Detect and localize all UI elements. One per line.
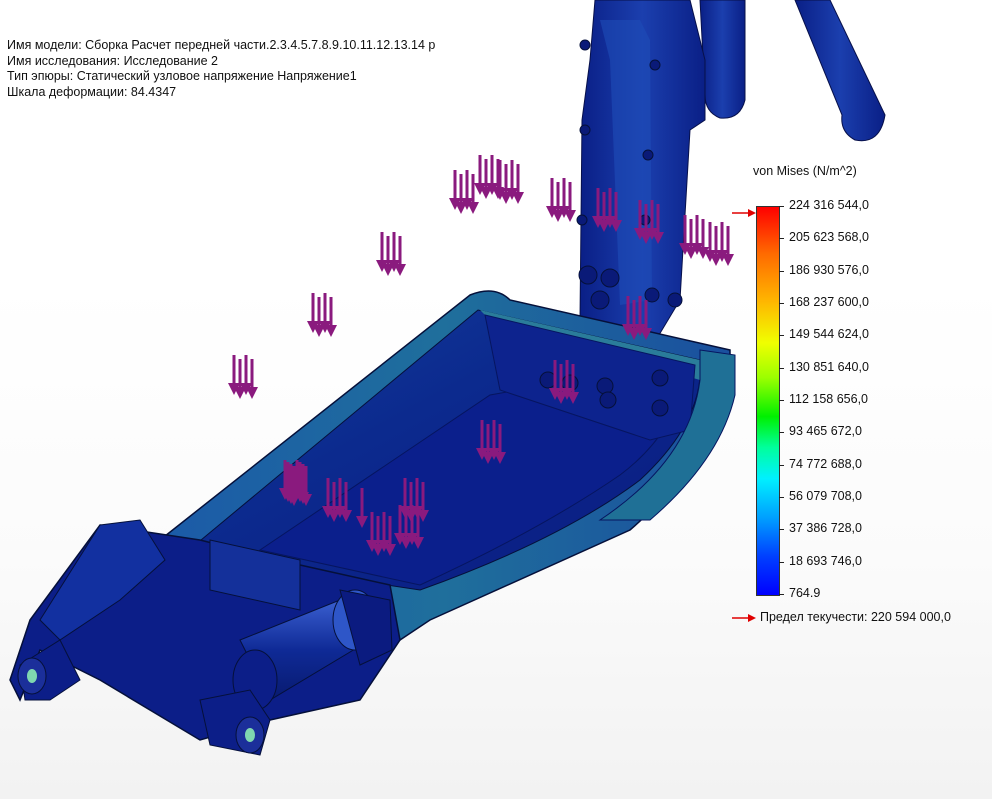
load-arrow-icon [480,159,492,199]
load-arrow-icon [313,297,325,337]
legend-tick-label: 56 079 708,0 [789,489,862,503]
load-arrow-icon [467,174,479,214]
load-arrow-icon [685,219,697,259]
legend-tick-mark [779,594,784,595]
legend-tick-mark [779,432,784,434]
model-name-label: Имя модели: Сборка Расчет передней части… [7,38,436,52]
load-arrow-icon [382,236,394,276]
legend-tick-label: 764.9 [789,586,821,600]
yield-marker-arrow-icon [732,613,756,622]
load-arrow-icon [564,182,576,222]
legend-tick-mark [779,464,784,466]
load-arrow-icon [394,236,406,276]
legend-tick-label: 112 158 656,0 [789,392,869,406]
yield-strength-label: Предел текучести: 220 594 000,0 [732,610,951,624]
load-arrow-icon [500,164,512,204]
legend-tick-label: 130 851 640,0 [789,359,869,374]
legend-tick-label: 37 386 728,0 [789,521,862,536]
load-arrow-icon [512,164,524,204]
legend-tick-mark [779,367,784,369]
legend-colorbar [756,206,780,596]
load-arrow-icon [234,359,246,399]
load-arrow-icon [710,226,722,266]
legend-tick-mark [779,497,784,498]
stress-legend: von Mises (N/m^2) 224 316 544,0 205 623 5… [730,160,990,640]
legend-tick-label: 224 316 544,0 [789,198,869,212]
legend-tick-label: 205 623 568,0 [789,230,869,245]
legend-title: von Mises (N/m^2) [753,164,857,178]
legend-tick-label: 18 693 746,0 [789,553,862,568]
legend-tick-label: 93 465 672,0 [789,424,862,439]
load-arrow-icon [325,297,337,337]
model-info-block: Имя модели: Сборка Расчет передней части… [7,38,435,100]
study-name-label: Имя исследования: Исследование 2 [7,53,218,68]
legend-tick-mark [779,529,784,531]
legend-tick-mark [779,206,784,207]
legend-tick-label: 149 544 624,0 [789,327,869,342]
load-arrow-icon [552,182,564,222]
load-arrow-icon [246,359,258,399]
legend-tick-mark [779,335,784,337]
legend-tick-mark [779,303,784,304]
legend-tick-label: 74 772 688,0 [789,456,862,471]
yield-strength-text: Предел текучести: 220 594 000,0 [760,610,951,624]
legend-tick-mark [779,238,784,240]
plot-type-label: Тип эпюры: Статический узловое напряжени… [7,69,357,83]
legend-tick-mark [779,400,784,401]
legend-tick-mark [779,270,784,272]
deformation-scale-label: Шкала деформации: 84.4347 [7,84,177,99]
max-marker-arrow-icon [732,209,756,217]
legend-tick-label: 168 237 600,0 [789,295,869,309]
load-arrow-icon [455,174,467,214]
legend-tick-label: 186 930 576,0 [789,262,869,277]
legend-tick-mark [779,561,784,563]
